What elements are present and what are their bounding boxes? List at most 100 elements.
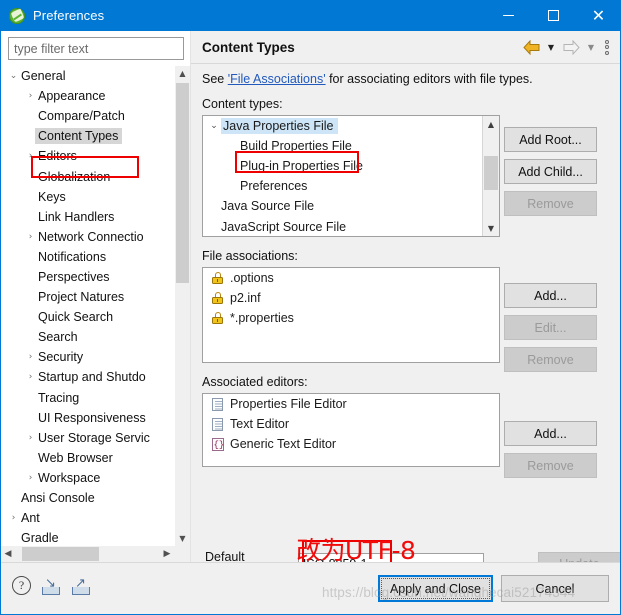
sidebar-item-label: UI Responsiveness — [38, 410, 146, 425]
list-item[interactable]: Text Editor — [203, 414, 499, 434]
sidebar-vertical-scrollbar[interactable]: ▲ ▼ — [175, 66, 190, 546]
scrollbar-thumb[interactable] — [484, 156, 498, 190]
list-item[interactable]: .options — [203, 268, 499, 288]
sidebar-item-ant[interactable]: › Ant — [6, 508, 175, 528]
export-icon[interactable]: ↗ — [71, 577, 91, 595]
list-item-label: p2.inf — [230, 291, 261, 306]
chevron-down-icon[interactable]: ⌄ — [207, 121, 221, 131]
chevron-right-icon[interactable]: › — [23, 473, 38, 483]
add-button[interactable]: Add... — [504, 421, 597, 446]
scroll-up-icon[interactable]: ▲ — [483, 116, 499, 132]
sidebar-item-editors[interactable]: › Editors — [6, 146, 175, 166]
chevron-right-icon[interactable]: › — [23, 151, 38, 161]
import-icon[interactable]: ↘ — [41, 577, 61, 595]
back-history-chevron-down-icon[interactable]: ▼ — [544, 36, 558, 58]
add-root-button[interactable]: Add Root... — [504, 127, 597, 152]
list-item-label: Preferences — [240, 179, 308, 194]
file-associations-list[interactable]: .options p2.inf *.properties — [202, 267, 500, 363]
sidebar-item-workspace[interactable]: › Workspace — [6, 468, 175, 488]
add-button[interactable]: Add... — [504, 283, 597, 308]
sidebar-item-label: Link Handlers — [38, 209, 115, 224]
chevron-right-icon[interactable]: › — [23, 352, 38, 362]
sidebar-item-startup-and-shutdo[interactable]: › Startup and Shutdo — [6, 367, 175, 387]
sidebar-item-label: Compare/Patch — [38, 109, 125, 124]
help-icon[interactable]: ? — [12, 576, 31, 595]
list-item[interactable]: Build Properties File — [203, 136, 483, 156]
sidebar-item-general[interactable]: ⌄ General — [6, 66, 175, 86]
minimize-button[interactable] — [486, 0, 531, 31]
scroll-up-icon[interactable]: ▲ — [175, 66, 190, 81]
chevron-right-icon[interactable]: › — [23, 232, 38, 242]
sidebar-item-notifications[interactable]: Notifications — [6, 247, 175, 267]
page-navigation: ▼ ▼ — [520, 31, 614, 63]
close-button[interactable]: ✕ — [576, 0, 621, 31]
remove-button[interactable]: Remove — [504, 191, 597, 216]
add-child-button[interactable]: Add Child... — [504, 159, 597, 184]
list-item[interactable]: Plug-in Properties File — [203, 156, 483, 176]
scroll-right-icon[interactable]: ▶ — [159, 546, 175, 562]
lock-icon — [209, 312, 226, 325]
remove-button[interactable]: Remove — [504, 347, 597, 372]
sidebar-item-link-handlers[interactable]: Link Handlers — [6, 207, 175, 227]
chevron-right-icon[interactable]: › — [23, 91, 38, 101]
cancel-button[interactable]: Cancel — [501, 575, 609, 602]
list-item[interactable]: *.properties — [203, 308, 499, 328]
scroll-down-icon[interactable]: ▼ — [483, 220, 499, 236]
content-types-scrollbar[interactable]: ▲ ▼ — [482, 116, 499, 236]
description-suffix: for associating editors with file types. — [325, 72, 533, 86]
associated-editors-list[interactable]: Properties File Editor Text Editor {} Gener… — [202, 393, 500, 467]
edit-button[interactable]: Edit... — [504, 315, 597, 340]
list-item[interactable]: Java Source File — [203, 196, 483, 216]
vertical-dots-icon[interactable] — [600, 36, 614, 58]
sidebar-item-appearance[interactable]: › Appearance — [6, 86, 175, 106]
preferences-tree[interactable]: ⌄ General › Appearance Compare/Patch Content … — [0, 66, 175, 546]
list-item[interactable]: {} Generic Text Editor — [203, 434, 499, 454]
sidebar-item-security[interactable]: › Security — [6, 347, 175, 367]
sidebar-item-user-storage-servic[interactable]: › User Storage Servic — [6, 428, 175, 448]
list-item-label: Build Properties File — [240, 139, 352, 154]
chevron-right-icon[interactable]: › — [23, 433, 38, 443]
back-arrow-icon[interactable] — [520, 36, 542, 58]
sidebar-item-ansi-console[interactable]: Ansi Console — [6, 488, 175, 508]
sidebar-item-label: Ansi Console — [21, 491, 95, 506]
scroll-down-icon[interactable]: ▼ — [175, 531, 190, 546]
scroll-left-icon[interactable]: ◀ — [0, 546, 16, 562]
apply-and-close-button[interactable]: Apply and Close — [377, 575, 493, 602]
list-item[interactable]: JavaScript Source File — [203, 216, 483, 236]
sidebar-item-perspectives[interactable]: Perspectives — [6, 267, 175, 287]
sidebar-item-quick-search[interactable]: Quick Search — [6, 307, 175, 327]
sidebar-item-globalization[interactable]: Globalization — [6, 166, 175, 186]
sidebar-item-label: Perspectives — [38, 269, 110, 284]
sidebar-item-content-types[interactable]: Content Types — [6, 126, 175, 146]
list-item[interactable]: p2.inf — [203, 288, 499, 308]
list-item-label: Java Source File — [221, 199, 315, 214]
sidebar-item-network-connectio[interactable]: › Network Connectio — [6, 227, 175, 247]
sidebar-item-ui-responsiveness[interactable]: UI Responsiveness — [6, 408, 175, 428]
file-associations-link[interactable]: 'File Associations' — [228, 72, 326, 86]
content-types-label: Content types: — [202, 97, 283, 111]
scrollbar-thumb[interactable] — [176, 83, 189, 283]
sidebar-item-tracing[interactable]: Tracing — [6, 388, 175, 408]
scrollbar-track[interactable] — [16, 546, 159, 562]
scrollbar-thumb[interactable] — [22, 547, 99, 561]
close-icon: ✕ — [591, 5, 606, 25]
sidebar-item-keys[interactable]: Keys — [6, 187, 175, 207]
sidebar-item-compare-patch[interactable]: Compare/Patch — [6, 106, 175, 126]
sidebar-horizontal-scrollbar[interactable]: ◀ ▶ — [0, 546, 175, 562]
search-input[interactable] — [8, 37, 184, 60]
chevron-right-icon[interactable]: › — [6, 513, 21, 523]
list-item[interactable]: Properties File Editor — [203, 394, 499, 414]
sidebar-item-label: User Storage Servic — [38, 430, 150, 445]
sidebar-item-gradle[interactable]: Gradle — [6, 528, 175, 546]
sidebar-item-search[interactable]: Search — [6, 327, 175, 347]
remove-button[interactable]: Remove — [504, 453, 597, 478]
maximize-button[interactable] — [531, 0, 576, 31]
chevron-right-icon[interactable]: › — [23, 372, 38, 382]
list-item[interactable]: ⌄ Java Properties File — [203, 116, 483, 136]
forward-history-chevron-down-icon[interactable]: ▼ — [584, 36, 598, 58]
content-types-list[interactable]: ⌄ Java Properties File Build Properties Fi… — [202, 115, 500, 237]
sidebar-item-project-natures[interactable]: Project Natures — [6, 287, 175, 307]
chevron-down-icon[interactable]: ⌄ — [6, 71, 21, 81]
list-item[interactable]: Preferences — [203, 176, 483, 196]
sidebar-item-web-browser[interactable]: Web Browser — [6, 448, 175, 468]
